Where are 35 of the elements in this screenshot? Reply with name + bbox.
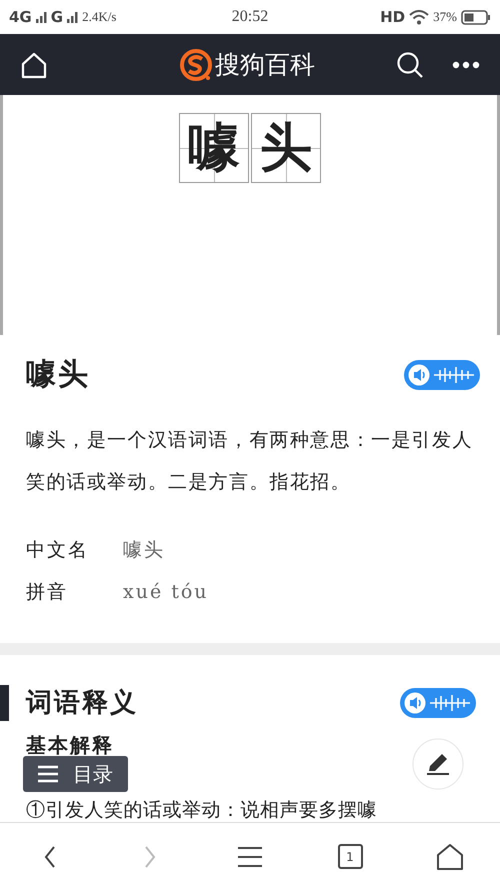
hd-label: HD [380,8,406,26]
battery-icon [460,10,491,24]
character-tile: 头 [251,113,321,183]
fact-value: xué tóu [123,580,209,605]
entry-summary: 噱头，是一个汉语词语，有两种意思：一是引发人笑的话或举动。二是方言。指花招。 [26,428,474,495]
tabs-button[interactable]: 1 [338,844,362,869]
heading-marker [0,685,9,721]
fact-label: 拼音 [26,580,69,605]
entry-title: 噱头 [26,356,90,394]
fact-label: 中文名 [26,538,90,563]
subheading: 基本解释 [26,732,114,759]
brand-name: 搜狗百科 [215,49,315,81]
network-label: 4G [9,8,32,26]
edit-button[interactable] [412,738,464,790]
home-icon[interactable] [436,842,464,870]
signal-icon [36,11,47,23]
menu-icon[interactable] [237,846,263,868]
audio-button[interactable] [400,688,476,718]
battery-percent: 37% [433,9,457,25]
definition-text: ①引发人笑的话或举动：说相声要多摆噱 [26,798,377,823]
fact-value: 噱头 [123,538,165,563]
logo-icon [179,48,213,82]
character-tile: 噱 [179,113,249,183]
back-icon[interactable] [43,844,57,868]
menu-icon [37,765,59,783]
section-heading: 词语释义 [26,687,138,720]
network-label: G [50,8,64,26]
search-icon[interactable] [396,50,424,78]
signal-icon [67,11,78,23]
clock: 20:52 [232,8,268,26]
audio-button[interactable] [404,360,480,390]
network-speed: 2.4K/s [82,9,116,25]
more-icon[interactable] [452,60,480,68]
wifi-icon [409,10,430,24]
contents-button[interactable]: 目录 [23,756,128,792]
